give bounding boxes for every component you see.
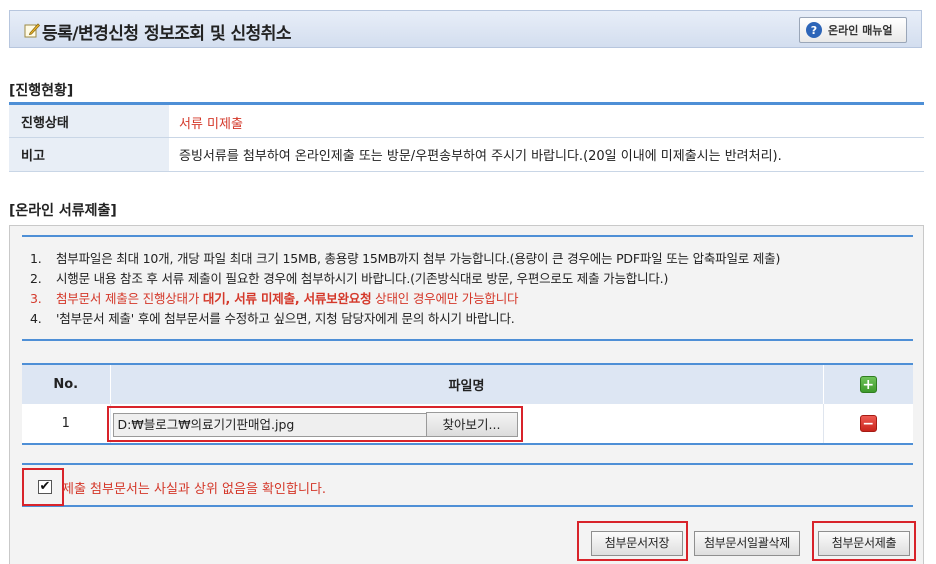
notice-number: 2. [30, 271, 42, 286]
submit-attachment-button[interactable]: 첨부문서제출 [818, 531, 910, 556]
list-item: 4. '첨부문서 제출' 후에 첨부문서를 수정하고 싶으면, 지청 담당자에게 … [30, 309, 913, 329]
file-path-field[interactable]: D:₩블로그₩의료기기판매업.jpg [112, 412, 427, 437]
browse-button[interactable]: 찾아보기... [425, 411, 518, 437]
notice-text: 첨부문서 제출은 진행상태가 [56, 291, 203, 306]
notice-number: 1. [30, 251, 42, 266]
delete-all-attachments-button[interactable]: 첨부문서일괄삭제 [694, 531, 800, 556]
save-attachment-button[interactable]: 첨부문서저장 [591, 531, 683, 556]
progress-section-title: [진행현황] [9, 83, 74, 99]
attachment-table: No. 파일명 + 1 D:₩블로그₩의료기기판매업.jpg 찾아보기... − [22, 363, 913, 445]
notice-text: 상태인 경우에만 가능합니다 [371, 291, 519, 306]
file-row-number: 1 [22, 404, 111, 444]
table-row: 비고 증빙서류를 첨부하여 온라인제출 또는 방문/우편송부하여 주시기 바랍니… [9, 137, 924, 172]
pencil-icon [24, 23, 40, 38]
add-file-cell: + [823, 364, 913, 404]
list-item: 3. 첨부문서 제출은 진행상태가 대기, 서류 미제출, 서류보완요청 상태인 … [30, 289, 913, 309]
file-input: D:₩블로그₩의료기기판매업.jpg 찾아보기... [106, 405, 523, 442]
remark-value: 증빙서류를 첨부하여 온라인제출 또는 방문/우편송부하여 주시기 바랍니다.(… [169, 137, 924, 172]
online-manual-button[interactable]: ? 온라인 매뉴얼 [799, 17, 907, 43]
status-value: 서류 미제출 [169, 103, 924, 138]
notice-number: 4. [30, 311, 42, 326]
list-item: 1. 첨부파일은 최대 10개, 개당 파일 최대 크기 15MB, 총용량 15… [30, 249, 913, 269]
notice-text: 시행문 내용 참조 후 서류 제출이 필요한 경우에 첨부하시기 바랍니다.(기… [56, 271, 669, 286]
status-label: 진행상태 [9, 103, 169, 138]
add-file-icon[interactable]: + [859, 376, 877, 393]
table-row: 1 D:₩블로그₩의료기기판매업.jpg 찾아보기... − [22, 404, 913, 444]
file-input-cell: D:₩블로그₩의료기기판매업.jpg 찾아보기... [106, 404, 824, 444]
help-icon: ? [806, 22, 822, 38]
page-title: 등록/변경신청 정보조회 및 신청취소 [42, 24, 292, 44]
remove-file-cell: − [823, 404, 913, 444]
notice-emphasis: 대기, 서류 미제출, 서류보완요청 [202, 291, 372, 306]
online-submission-title: [온라인 서류제출] [9, 203, 117, 219]
progress-table: 진행상태 서류 미제출 비고 증빙서류를 첨부하여 온라인제출 또는 방문/우편… [9, 102, 924, 172]
remark-label: 비고 [9, 137, 169, 172]
confirm-checkbox-highlight: ✔ [22, 468, 64, 506]
notice-number: 3. [30, 291, 42, 306]
page-header: 등록/변경신청 정보조회 및 신청취소 ? 온라인 매뉴얼 [9, 10, 922, 48]
remove-file-icon[interactable]: − [859, 415, 877, 432]
col-header-no: No. [22, 364, 111, 404]
confirm-row: ✔ 제출 첨부문서는 사실과 상위 없음을 확인합니다. [22, 463, 913, 507]
online-submission-panel: 1. 첨부파일은 최대 10개, 개당 파일 최대 크기 15MB, 총용량 15… [9, 225, 924, 564]
confirm-checkbox[interactable]: ✔ [38, 480, 52, 494]
notice-list: 1. 첨부파일은 최대 10개, 개당 파일 최대 크기 15MB, 총용량 15… [22, 235, 913, 341]
table-row: 진행상태 서류 미제출 [9, 103, 924, 138]
col-header-filename: 파일명 [110, 364, 824, 404]
notice-text: '첨부문서 제출' 후에 첨부문서를 수정하고 싶으면, 지청 담당자에게 문의… [56, 311, 515, 326]
notice-text: 첨부파일은 최대 10개, 개당 파일 최대 크기 15MB, 총용량 15MB… [56, 251, 781, 266]
online-manual-label: 온라인 매뉴얼 [828, 24, 893, 37]
table-header-row: No. 파일명 + [22, 364, 913, 404]
confirm-label: 제출 첨부문서는 사실과 상위 없음을 확인합니다. [62, 482, 326, 497]
list-item: 2. 시행문 내용 참조 후 서류 제출이 필요한 경우에 첨부하시기 바랍니다.… [30, 269, 913, 289]
